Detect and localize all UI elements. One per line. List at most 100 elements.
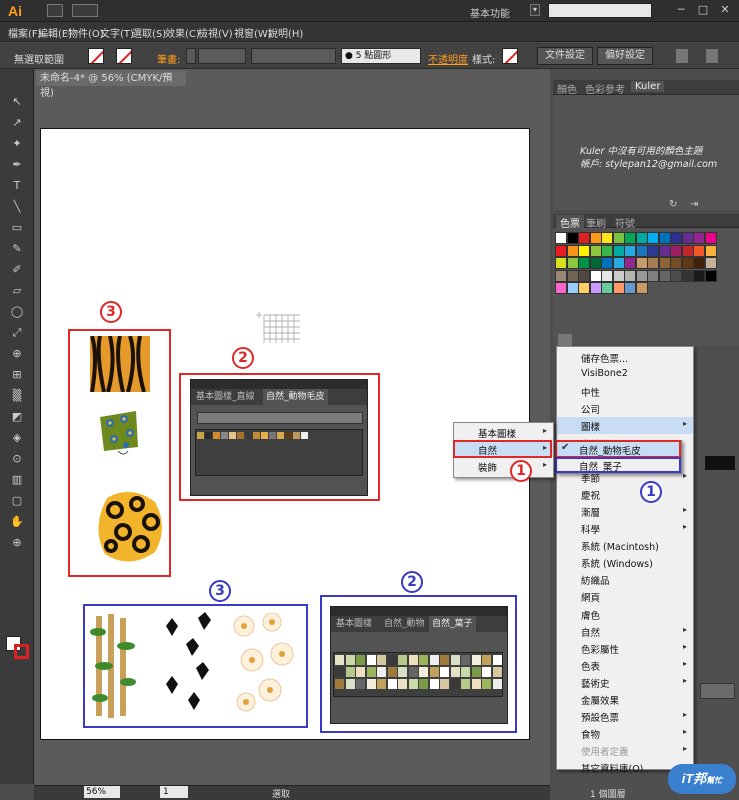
pattern-swatch[interactable]	[345, 655, 355, 665]
tool-15-icon[interactable]: ◩	[10, 411, 24, 423]
color-swatch[interactable]	[612, 244, 625, 257]
pattern-swatch[interactable]	[335, 679, 344, 689]
color-swatch[interactable]	[670, 269, 682, 282]
pattern-swatch[interactable]	[253, 432, 260, 439]
tool-6-icon[interactable]: ▭	[10, 222, 24, 234]
pattern-swatch[interactable]	[345, 679, 355, 689]
pattern-swatch[interactable]	[419, 679, 428, 689]
color-swatch[interactable]	[566, 232, 579, 244]
color-swatch[interactable]	[704, 232, 717, 244]
tool-3-icon[interactable]: ✒	[10, 159, 24, 171]
swatch-libraries-menu-icon[interactable]	[558, 334, 572, 346]
pattern-swatch[interactable]	[356, 679, 365, 689]
brush-dropdown[interactable]: ● 5 點圓形	[341, 48, 421, 64]
refresh-icon[interactable]: ↻	[669, 199, 677, 210]
color-swatch[interactable]	[601, 269, 613, 282]
pattern-swatch[interactable]	[492, 655, 502, 665]
preferences-button[interactable]: 偏好設定	[597, 47, 653, 65]
color-swatch[interactable]	[635, 232, 648, 244]
tool-11-icon[interactable]: ⤢	[10, 327, 24, 339]
color-swatch[interactable]	[555, 244, 567, 257]
color-swatch[interactable]	[578, 232, 590, 244]
color-swatch[interactable]	[601, 257, 613, 269]
tab-animal-fur[interactable]: 自然_動物毛皮	[263, 389, 328, 405]
tab-basic-pattern[interactable]: 基本圖樣	[333, 616, 375, 632]
tool-19-icon[interactable]: ▢	[10, 495, 24, 507]
tab-basic-pattern-lines[interactable]: 基本圖樣_直線	[193, 389, 258, 405]
pattern-swatch[interactable]	[440, 667, 449, 677]
color-swatch[interactable]	[612, 269, 625, 282]
color-swatch[interactable]	[601, 282, 613, 294]
library-menu-item-2[interactable]: 中性	[557, 383, 693, 400]
tab-nature-leaves[interactable]: 自然_葉子	[429, 616, 476, 632]
pattern-swatch[interactable]	[301, 432, 308, 439]
library-menu-item-11[interactable]: 系統 (Macintosh)	[557, 537, 693, 554]
color-swatch[interactable]	[578, 257, 590, 269]
color-swatch[interactable]	[647, 257, 659, 269]
menu-0[interactable]: 檔案(F)	[8, 25, 42, 40]
tool-16-icon[interactable]: ◈	[10, 432, 24, 444]
color-swatch[interactable]	[589, 244, 602, 257]
pattern-swatch[interactable]	[461, 667, 470, 677]
color-swatch[interactable]	[578, 282, 590, 294]
color-swatch[interactable]	[635, 269, 648, 282]
color-swatch[interactable]	[601, 244, 613, 257]
layer-row[interactable]	[700, 683, 735, 699]
menu-8[interactable]: 說明(H)	[268, 25, 303, 40]
stroke-swatch[interactable]	[116, 48, 132, 64]
library-menu-item-21[interactable]: 預設色票 ▸	[557, 708, 693, 725]
menu-4[interactable]: 選取(S)	[132, 25, 166, 40]
opacity-label[interactable]: 不透明度	[428, 51, 468, 66]
tab-color-guide[interactable]: 色彩參考	[585, 81, 625, 96]
document-tab[interactable]: 未命名-4* @ 56% (CMYK/預視)	[36, 71, 186, 99]
pattern-swatch[interactable]	[387, 655, 397, 665]
pattern-swatch[interactable]	[429, 655, 439, 665]
library-menu-item-22[interactable]: 食物 ▸	[557, 725, 693, 742]
color-swatch[interactable]	[601, 232, 613, 244]
color-swatch[interactable]	[612, 232, 625, 244]
color-swatch[interactable]	[704, 244, 717, 257]
pattern-swatch[interactable]	[387, 667, 397, 677]
color-swatch[interactable]	[635, 282, 648, 294]
color-swatch[interactable]	[566, 282, 579, 294]
library-menu-item-15[interactable]: 膚色	[557, 606, 693, 623]
tool-0-icon[interactable]: ↖	[10, 96, 24, 108]
library-menu-item-8[interactable]: 慶祝	[557, 486, 693, 503]
pattern-swatch[interactable]	[366, 667, 376, 677]
document-setup-button[interactable]: 文件設定	[537, 47, 593, 65]
align-icon[interactable]	[676, 49, 688, 63]
tool-8-icon[interactable]: ✐	[10, 264, 24, 276]
color-swatch[interactable]	[681, 232, 694, 244]
color-swatch[interactable]	[624, 257, 636, 269]
library-menu-item-4[interactable]: 圖樣 ▸	[557, 417, 693, 435]
color-swatch[interactable]	[704, 269, 717, 282]
zoom-field[interactable]: 56%	[84, 786, 120, 798]
tool-2-icon[interactable]: ✦	[10, 138, 24, 150]
color-swatch[interactable]	[647, 232, 659, 244]
stroke-label[interactable]: 筆畫:	[157, 51, 180, 66]
workspace-switcher[interactable]: 基本功能	[470, 5, 510, 20]
color-swatch[interactable]	[589, 269, 602, 282]
pattern-swatch[interactable]	[356, 667, 365, 677]
library-menu-item-18[interactable]: 色表 ▸	[557, 657, 693, 674]
panel-menu-icon[interactable]	[706, 49, 718, 63]
pattern-swatch[interactable]	[461, 679, 470, 689]
library-menu-item-13[interactable]: 紡織品	[557, 571, 693, 588]
pattern-swatch[interactable]	[398, 679, 407, 689]
tab-kuler[interactable]: Kuler	[631, 81, 665, 92]
library-menu-item-9[interactable]: 漸層 ▸	[557, 503, 693, 520]
color-swatch[interactable]	[578, 269, 590, 282]
menu-2[interactable]: 物件(O)	[68, 25, 104, 40]
color-swatch[interactable]	[566, 244, 579, 257]
color-swatch[interactable]	[566, 257, 579, 269]
pattern-swatch[interactable]	[205, 432, 212, 439]
stroke-color-icon[interactable]	[14, 644, 29, 659]
pattern-swatch[interactable]	[285, 432, 292, 439]
tool-14-icon[interactable]: ▒	[10, 390, 24, 402]
color-swatch[interactable]	[624, 282, 636, 294]
variable-width-dropdown[interactable]	[251, 48, 336, 64]
color-swatch[interactable]	[566, 269, 579, 282]
color-swatch[interactable]	[624, 244, 636, 257]
pattern-swatch[interactable]	[345, 667, 355, 677]
color-swatch[interactable]	[670, 232, 682, 244]
